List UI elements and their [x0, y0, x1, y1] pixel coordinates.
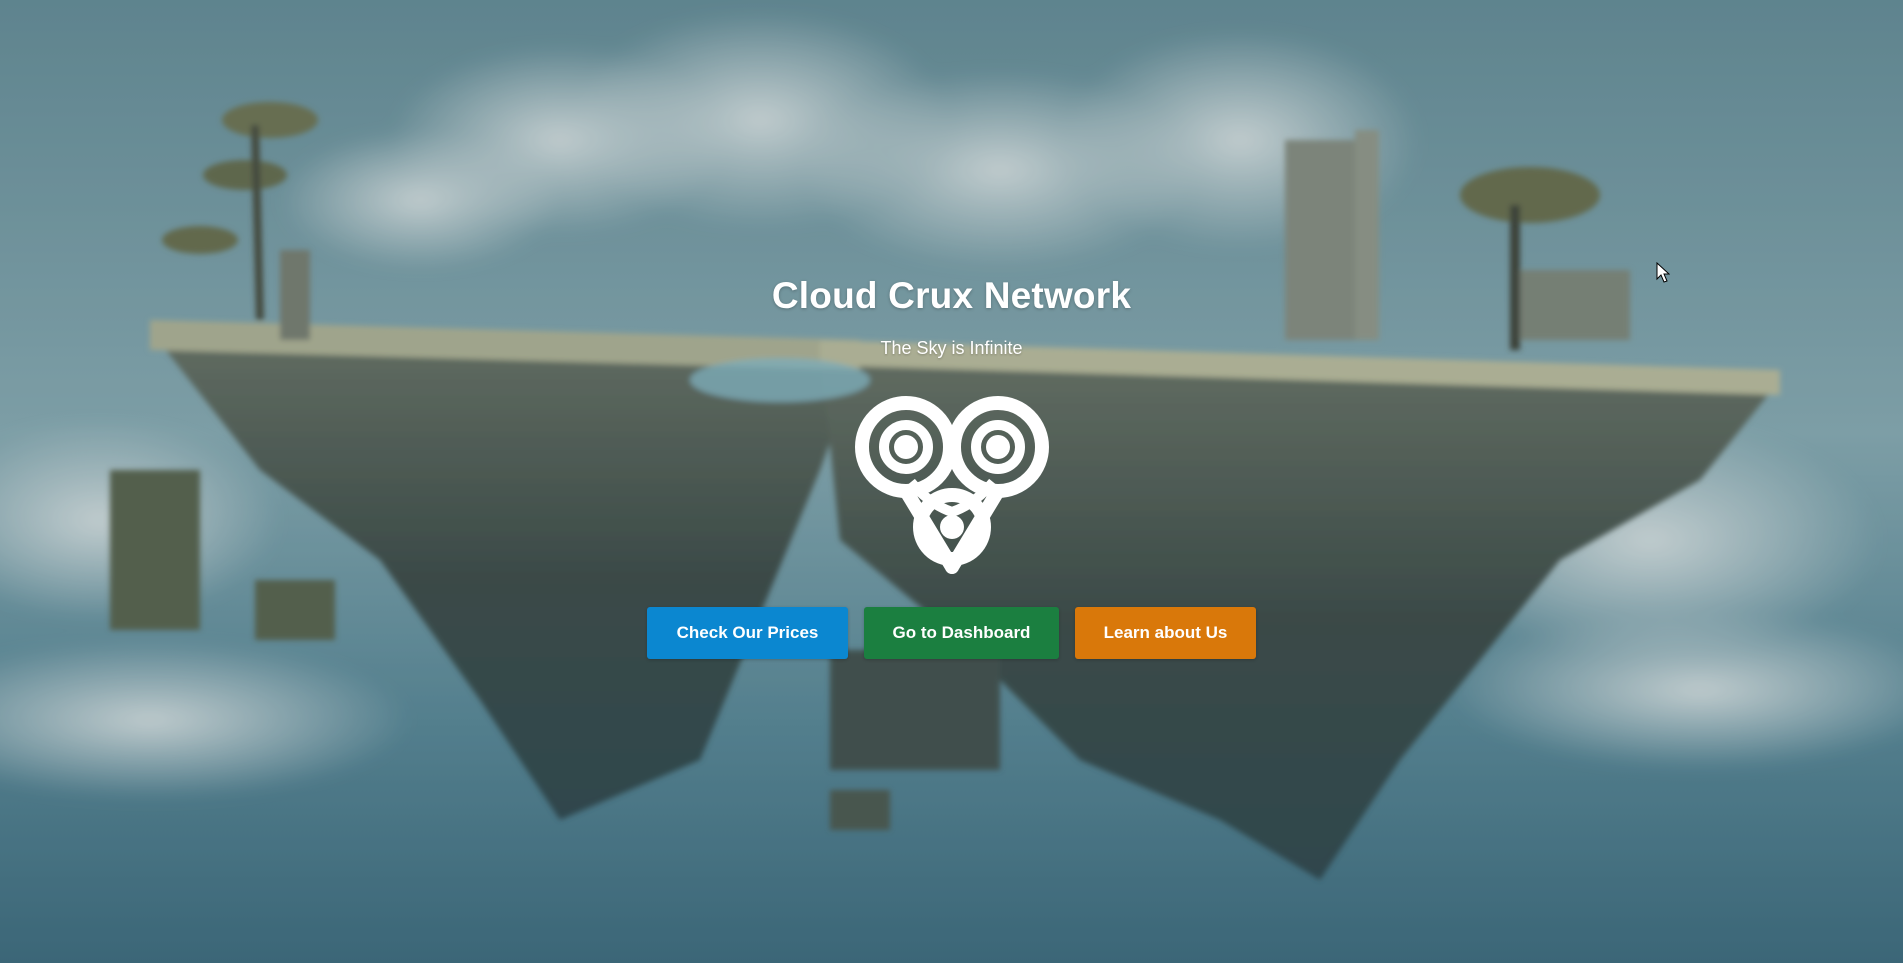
action-buttons: Check Our Prices Go to Dashboard Learn a… — [647, 607, 1256, 659]
cloud-crux-logo-icon — [855, 396, 1049, 574]
check-prices-button[interactable]: Check Our Prices — [647, 607, 848, 659]
mouse-pointer-icon — [1656, 262, 1670, 283]
go-to-dashboard-button[interactable]: Go to Dashboard — [864, 607, 1059, 659]
page-subtitle: The Sky is Infinite — [880, 338, 1023, 358]
learn-about-us-button[interactable]: Learn about Us — [1075, 607, 1256, 659]
landing-page: Cloud Crux Network The Sky is Infinite C… — [0, 0, 1903, 963]
page-title: Cloud Crux Network — [771, 275, 1132, 316]
hero-section: Cloud Crux Network The Sky is Infinite C… — [0, 0, 1903, 963]
